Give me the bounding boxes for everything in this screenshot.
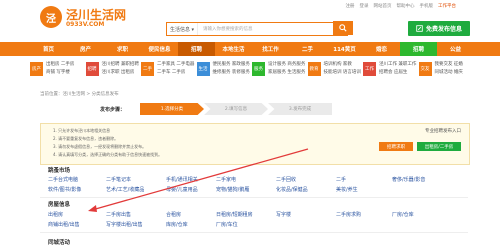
annotation-arrow bbox=[88, 148, 309, 212]
